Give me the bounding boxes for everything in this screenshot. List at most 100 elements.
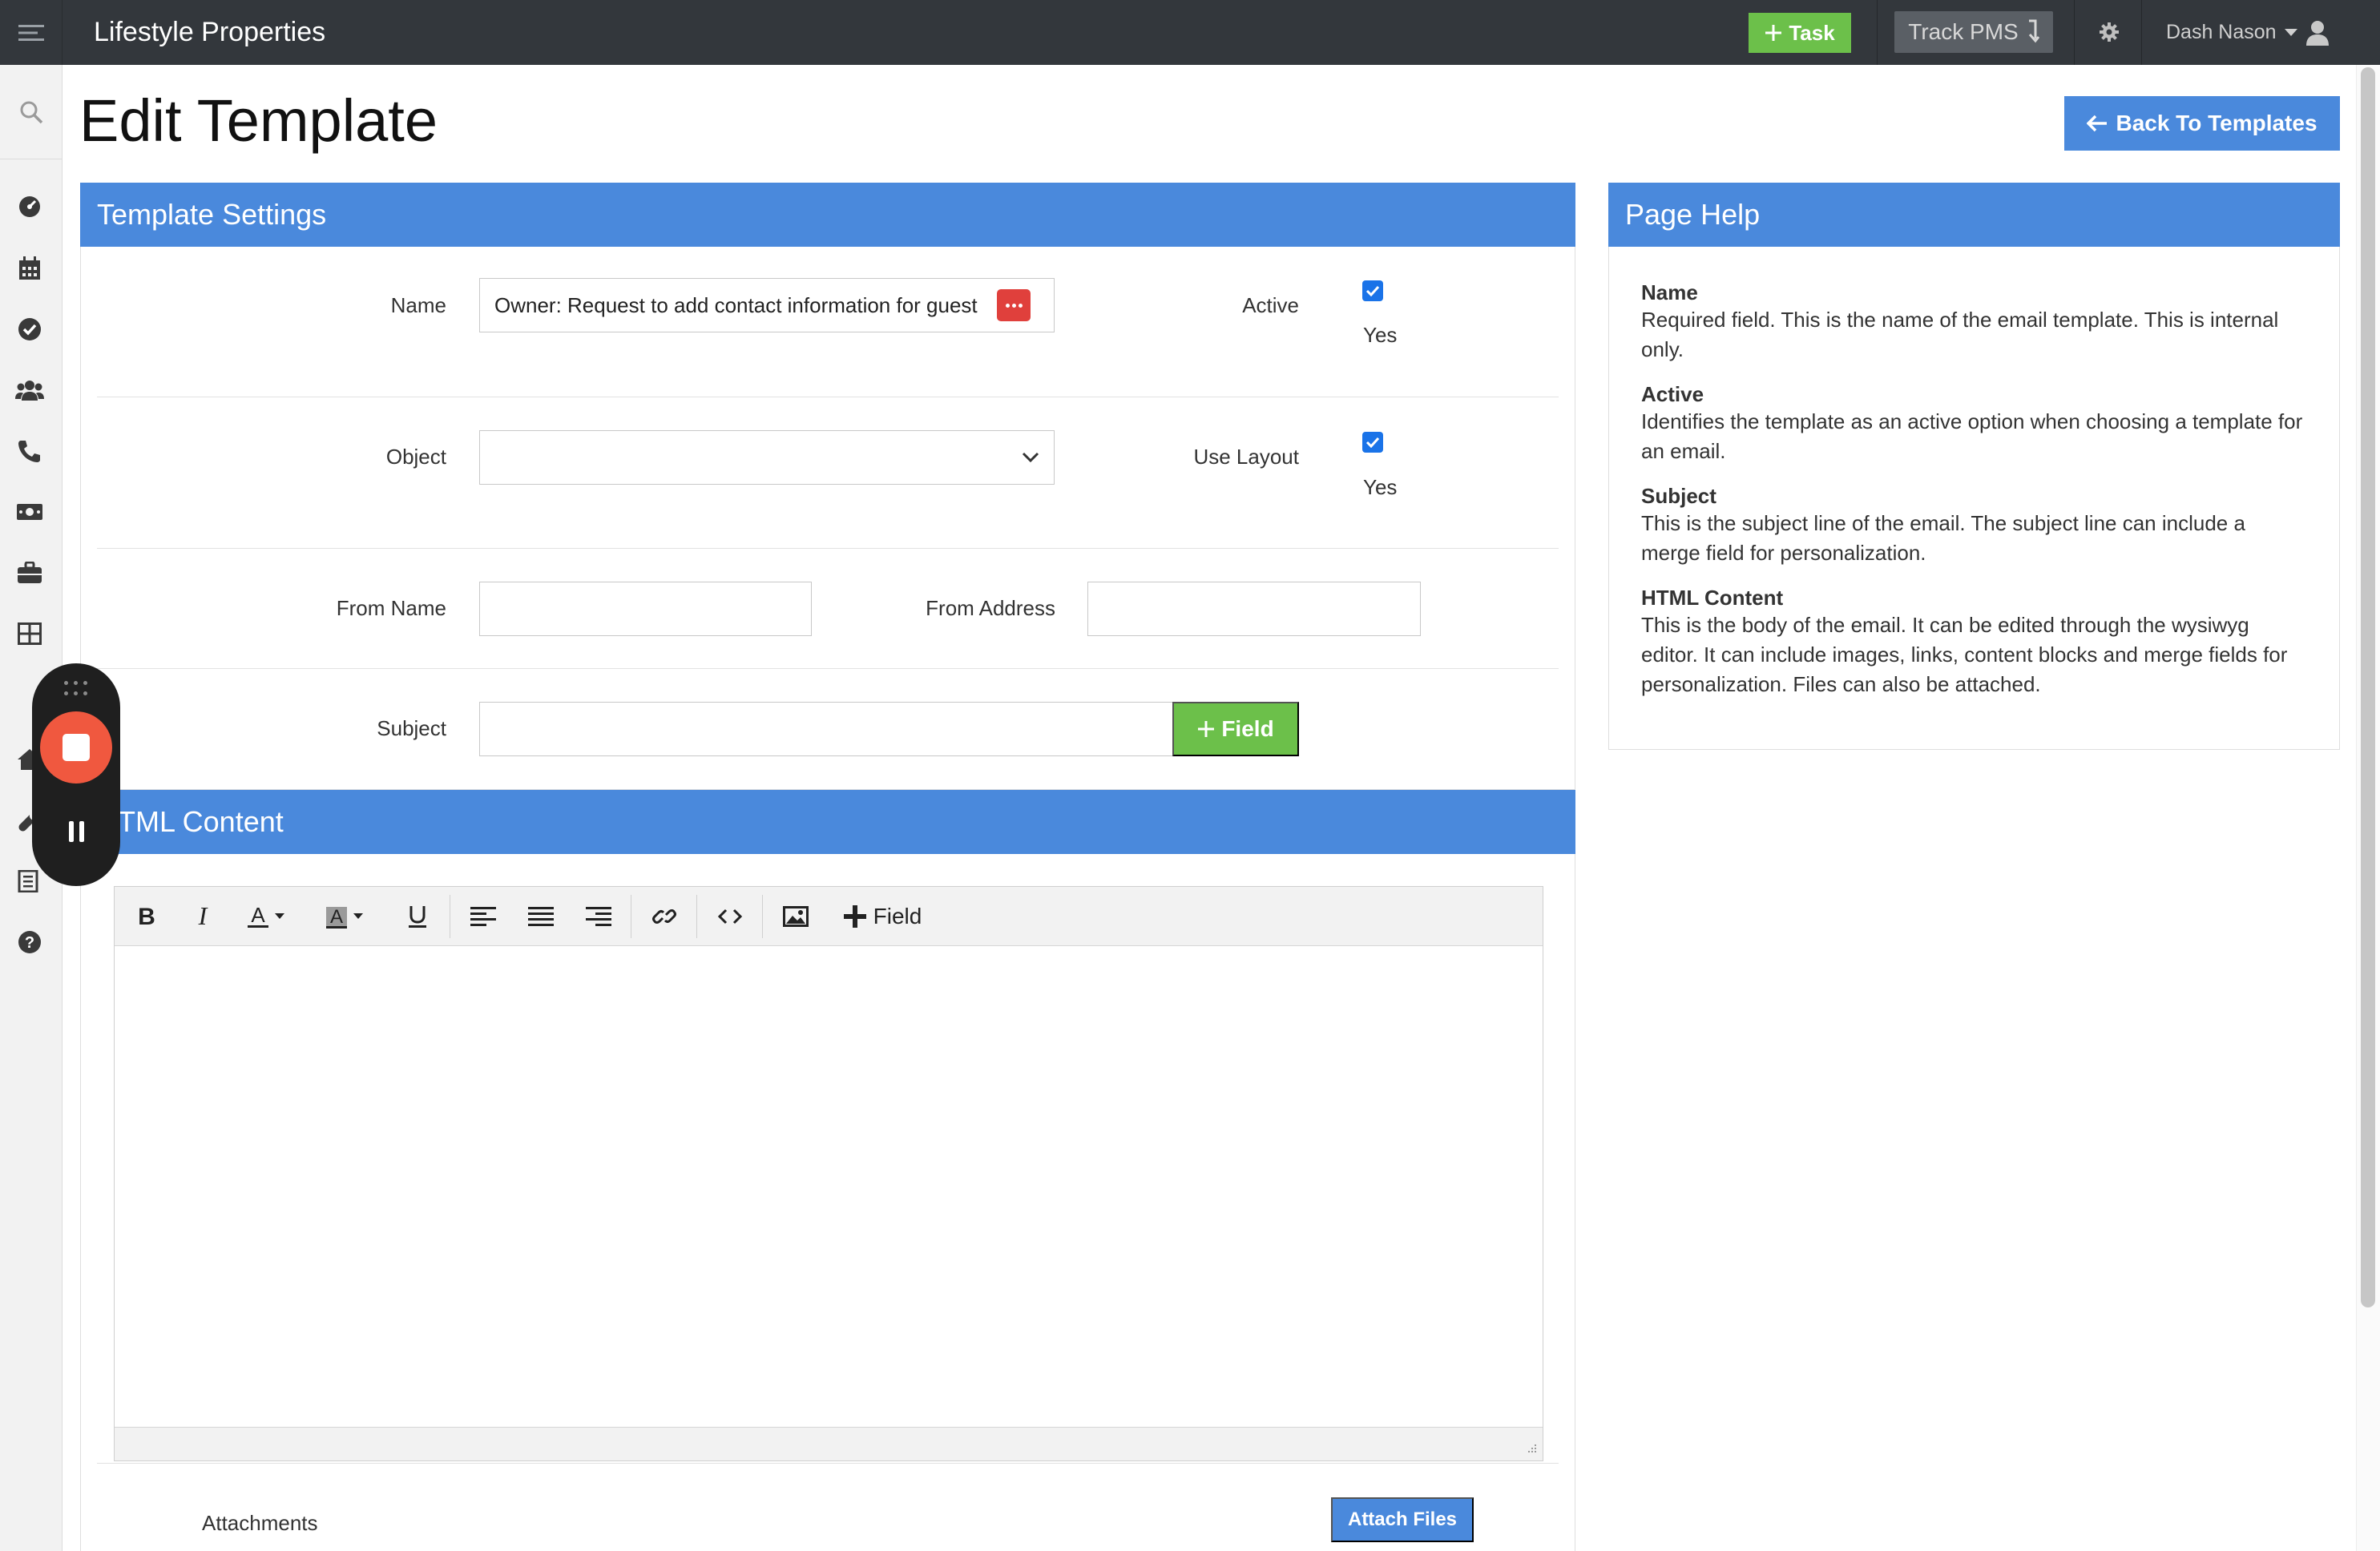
help-icon: ? [18, 931, 41, 953]
list-icon [18, 870, 38, 892]
name-input-value: Owner: Request to add contact informatio… [494, 292, 978, 317]
back-button-label: Back To Templates [2116, 111, 2317, 135]
name-label: Name [390, 293, 446, 317]
help-desc-subject: This is the subject line of the email. T… [1641, 511, 2245, 565]
field-button-label: Field [1221, 716, 1274, 741]
subject-input[interactable] [479, 702, 1173, 756]
svg-text:?: ? [25, 934, 34, 952]
insert-image-button[interactable] [780, 900, 812, 933]
bold-icon: B [138, 905, 155, 928]
html-content-header: HTML Content [80, 790, 1575, 854]
settings-button[interactable] [2093, 16, 2125, 48]
track-pms-label: Track PMS [1908, 19, 2019, 44]
caret-down-icon [353, 913, 363, 919]
attach-files-button[interactable]: Attach Files [1331, 1497, 1474, 1542]
calendar-icon [19, 256, 40, 280]
plus-icon [1198, 721, 1215, 737]
sidebar-item-reports[interactable] [15, 867, 44, 896]
plus-icon [843, 905, 866, 928]
password-manager-icon[interactable] [997, 289, 1031, 321]
user-name: Dash Nason [2166, 21, 2277, 43]
caret-down-icon [2284, 28, 2297, 36]
editor-content-area[interactable] [115, 946, 1543, 1427]
money-icon [17, 504, 42, 520]
bold-button[interactable]: B [131, 900, 163, 933]
stop-icon [63, 734, 90, 761]
menu-toggle[interactable] [0, 0, 63, 65]
stop-recording-button[interactable] [40, 711, 112, 784]
name-input[interactable]: Owner: Request to add contact informatio… [479, 278, 1055, 332]
editor-toolbar: B I A A Field [115, 887, 1543, 946]
help-desc-active: Identifies the template as an active opt… [1641, 409, 2303, 463]
code-icon [718, 908, 742, 925]
caret-down-icon [275, 913, 284, 919]
from-name-input[interactable] [479, 582, 812, 636]
use-layout-checkbox[interactable] [1362, 432, 1383, 453]
sidebar-item-tasks[interactable] [15, 315, 44, 344]
insert-merge-field-button[interactable]: Field [837, 900, 927, 933]
resize-handle-icon[interactable] [1523, 1441, 1538, 1456]
user-icon [2305, 20, 2329, 46]
back-to-templates-button[interactable]: Back To Templates [2064, 96, 2340, 151]
add-task-button[interactable]: Task [1749, 13, 1851, 53]
phone-icon [18, 441, 40, 462]
divider [1877, 0, 1878, 65]
align-right-button[interactable] [583, 900, 615, 933]
sidebar-item-finance[interactable] [15, 498, 44, 526]
use-layout-yes-label: Yes [1363, 475, 1398, 499]
check-icon [1365, 285, 1380, 296]
svg-text:A: A [330, 906, 343, 928]
arrow-left-icon [2087, 115, 2108, 132]
dashboard-icon [19, 196, 40, 217]
search-icon [20, 101, 43, 123]
object-label: Object [385, 445, 446, 469]
font-color-button[interactable]: A [243, 900, 288, 933]
divider [2074, 0, 2075, 65]
insert-field-button[interactable]: Field [1172, 702, 1299, 756]
highlight-color-button[interactable]: A [321, 900, 366, 933]
from-address-input[interactable] [1087, 582, 1421, 636]
divider [97, 1463, 1559, 1464]
track-pms-button[interactable]: Track PMS [1894, 11, 2053, 53]
underline-button[interactable] [401, 900, 434, 933]
align-justify-button[interactable] [525, 900, 557, 933]
italic-button[interactable]: I [187, 900, 219, 933]
app-title[interactable]: Lifestyle Properties [94, 0, 325, 65]
sidebar-item-grid[interactable] [15, 619, 44, 648]
object-select[interactable] [479, 430, 1055, 485]
scrollbar-thumb[interactable] [2361, 67, 2375, 1307]
divider [2141, 0, 2142, 65]
source-code-button[interactable] [714, 900, 746, 933]
align-left-icon [470, 907, 496, 926]
from-name-label: From Name [336, 596, 446, 620]
gear-icon [2100, 22, 2119, 42]
align-left-button[interactable] [467, 900, 499, 933]
pause-recording-button[interactable] [60, 816, 92, 848]
task-button-label: Task [1789, 20, 1835, 45]
page-help-panel: Name Required field. This is the name of… [1608, 247, 2340, 750]
active-checkbox[interactable] [1362, 280, 1383, 301]
table-icon [18, 622, 42, 645]
insert-link-button[interactable] [648, 900, 680, 933]
briefcase-icon [18, 562, 42, 583]
user-menu[interactable]: Dash Nason [2166, 0, 2330, 65]
plus-icon [1765, 25, 1782, 41]
drag-handle-icon[interactable] [64, 681, 88, 697]
arrow-down-icon [2028, 19, 2039, 43]
toolbar-field-label: Field [873, 904, 922, 929]
check-icon [1365, 437, 1380, 448]
sidebar-item-calendar[interactable] [15, 254, 44, 283]
sidebar-item-calls[interactable] [15, 437, 44, 465]
italic-icon: I [198, 905, 208, 928]
sidebar-search[interactable] [0, 65, 63, 159]
sidebar-item-work[interactable] [15, 558, 44, 587]
font-color-icon: A [248, 904, 268, 928]
from-address-label: From Address [926, 596, 1055, 620]
sidebar-item-contacts[interactable] [15, 376, 44, 405]
help-desc-html-content: This is the body of the email. It can be… [1641, 613, 2288, 696]
help-term-subject: Subject [1641, 484, 1716, 508]
sidebar-item-dashboard[interactable] [15, 192, 44, 221]
help-desc-name: Required field. This is the name of the … [1641, 308, 2279, 361]
sidebar-item-help[interactable]: ? [15, 928, 44, 957]
hamburger-icon [18, 24, 44, 41]
